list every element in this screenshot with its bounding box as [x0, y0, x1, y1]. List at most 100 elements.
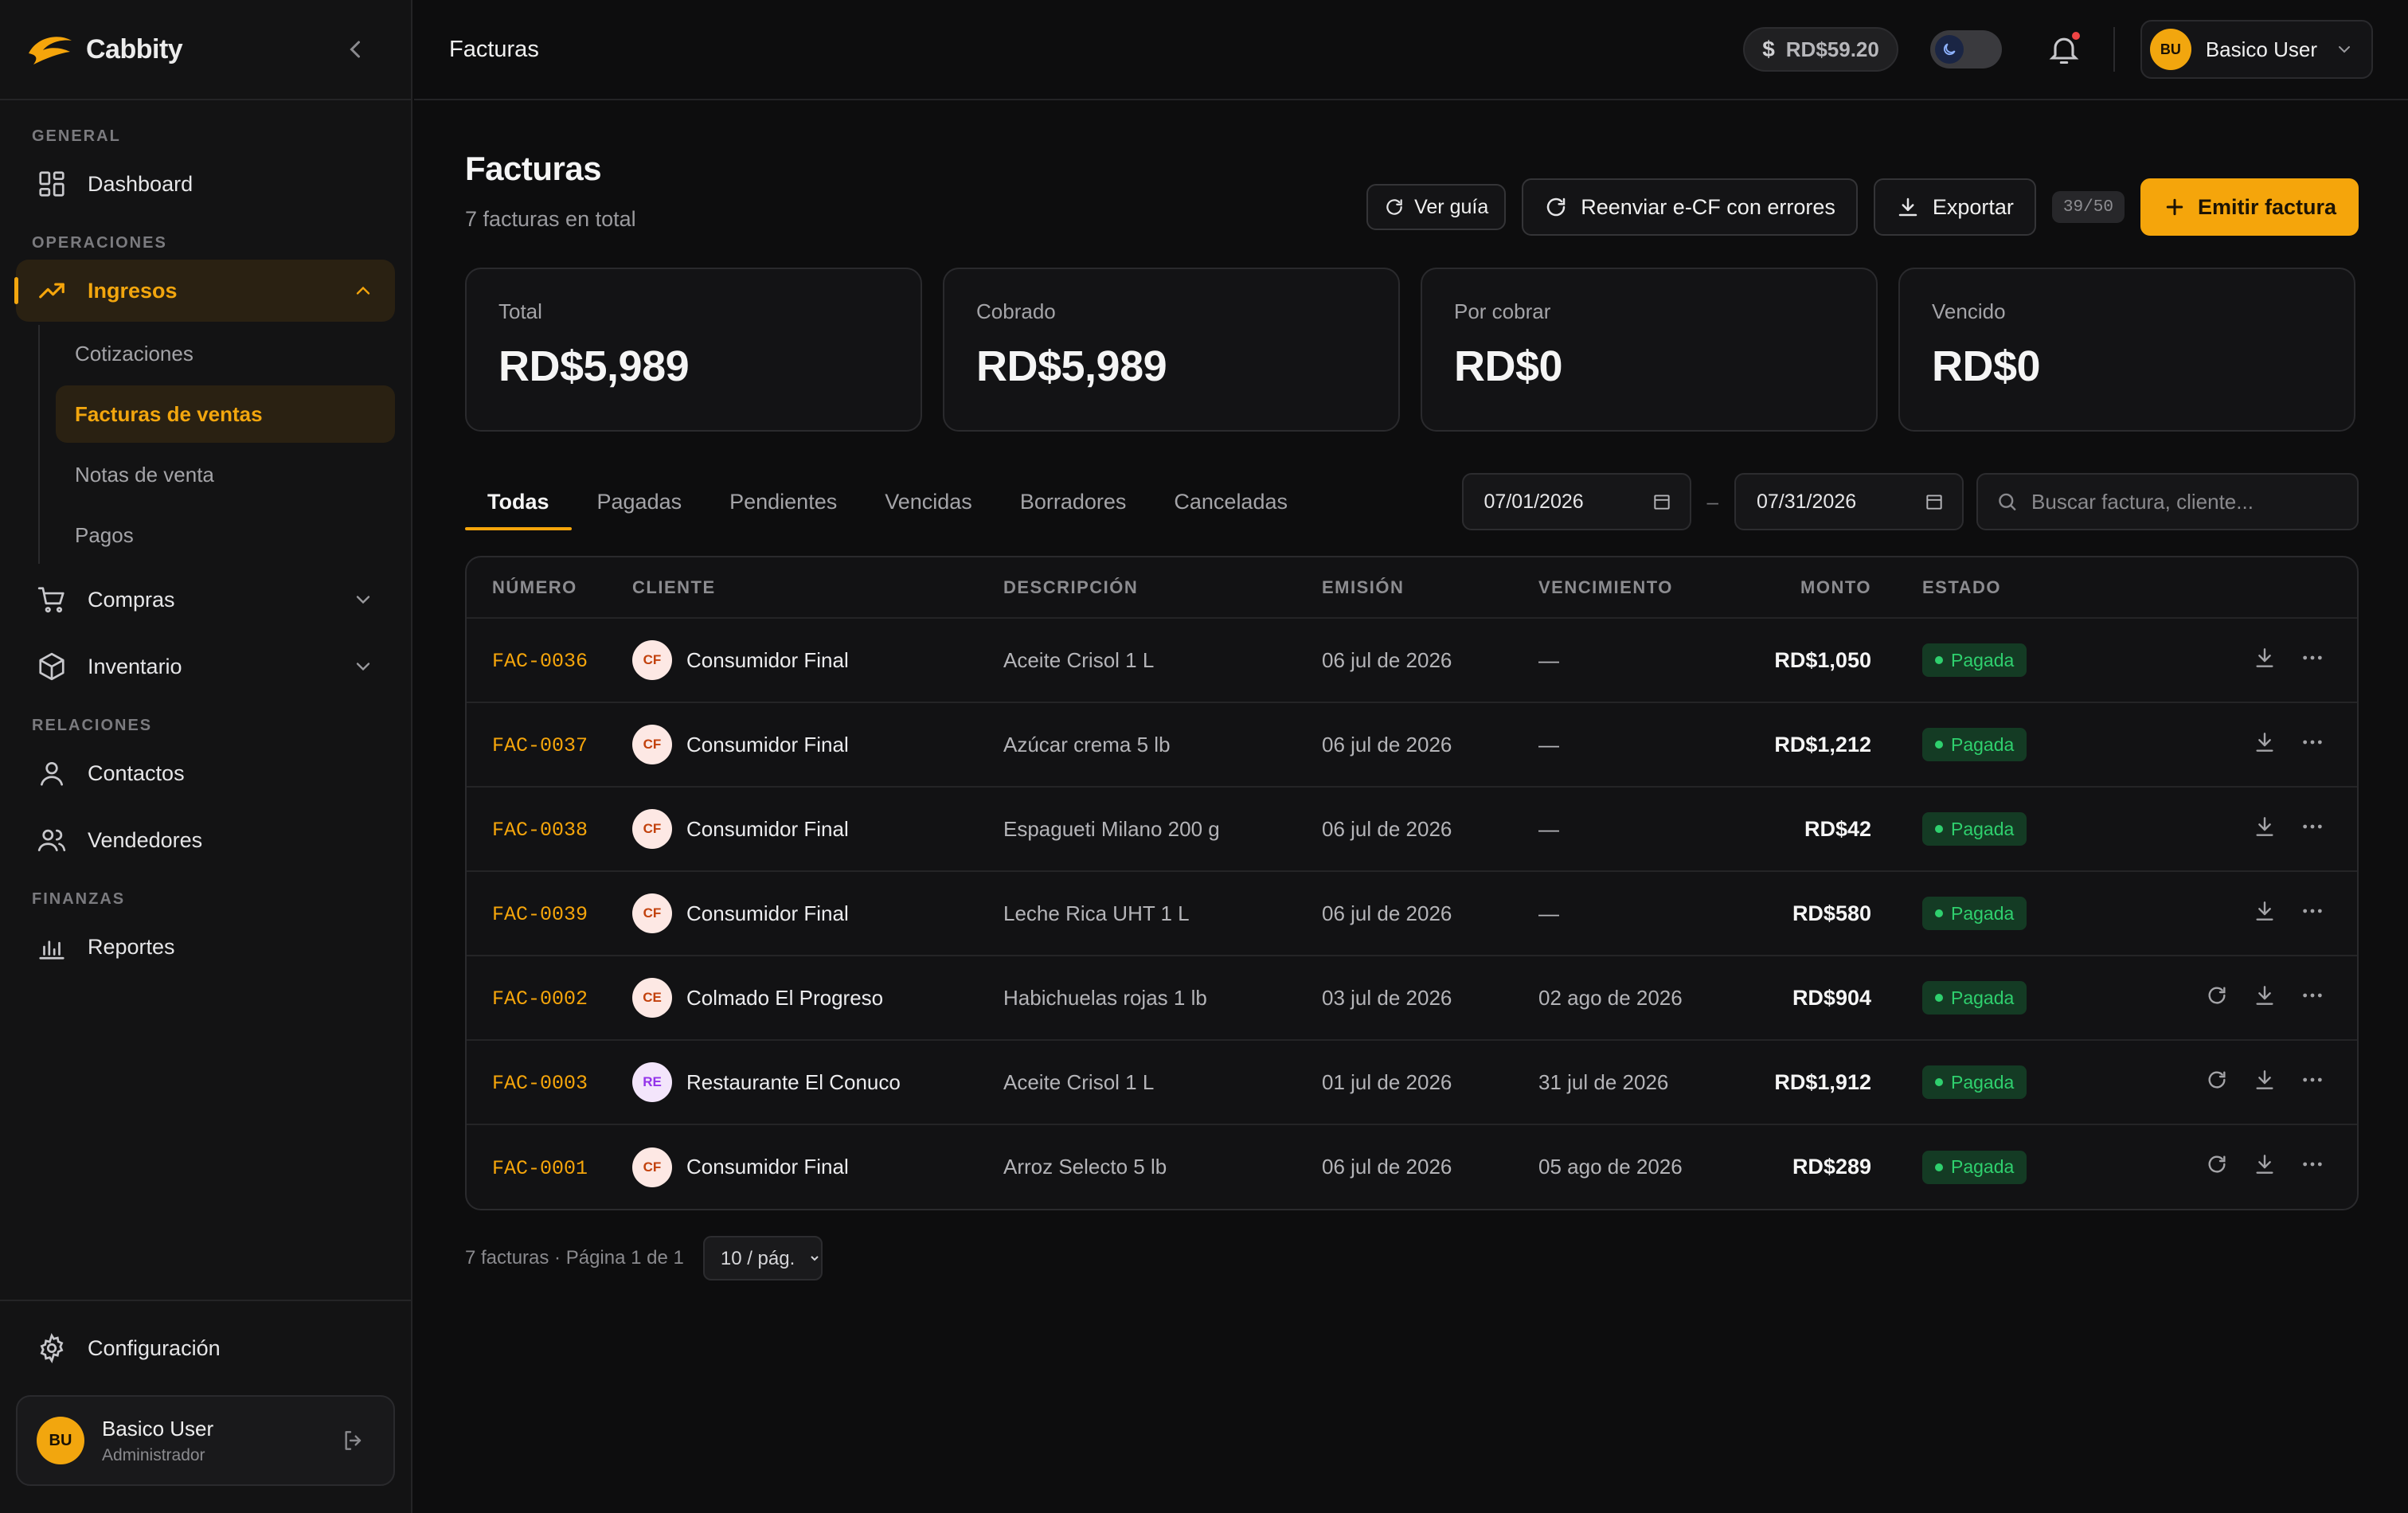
- tab-vencidas[interactable]: Vencidas: [862, 473, 995, 530]
- main-content: Facturas 7 facturas en total Ver guía Re…: [465, 100, 2359, 1280]
- tab-canceladas[interactable]: Canceladas: [1151, 473, 1310, 530]
- sidebar-item-dashboard[interactable]: Dashboard: [16, 153, 395, 215]
- status-label: Pagada: [1951, 987, 2015, 1008]
- amount-cell: RD$580: [1792, 901, 1871, 925]
- due-date-cell: 31 jul de 2026: [1538, 1069, 1669, 1094]
- invoice-number-link[interactable]: FAC-0036: [492, 650, 588, 673]
- theme-toggle[interactable]: [1929, 30, 2002, 68]
- row-actions: [2204, 1151, 2325, 1177]
- more-icon[interactable]: [2300, 729, 2325, 755]
- refresh-icon[interactable]: [2204, 983, 2230, 1008]
- description-cell: Arroz Selecto 5 lb: [1003, 1155, 1167, 1179]
- download-icon[interactable]: [2252, 729, 2277, 755]
- invoice-number-link[interactable]: FAC-0001: [492, 1157, 588, 1180]
- row-actions: [2252, 898, 2325, 924]
- due-date-cell: —: [1538, 647, 1559, 672]
- download-icon[interactable]: [2252, 983, 2277, 1008]
- date-from-input[interactable]: 07/01/2026: [1461, 473, 1691, 530]
- tab-pendientes[interactable]: Pendientes: [707, 473, 859, 530]
- amount-cell: RD$1,212: [1774, 732, 1871, 756]
- amount-cell: RD$42: [1804, 816, 1871, 841]
- download-icon[interactable]: [2252, 1067, 2277, 1093]
- user-card[interactable]: BU Basico User Administrador: [16, 1395, 395, 1486]
- column-header-emision[interactable]: EMISIÓN: [1322, 557, 1538, 619]
- column-header-estado[interactable]: ESTADO: [1871, 557, 2110, 619]
- sidebar-item-ingresos[interactable]: Ingresos: [14, 260, 395, 322]
- tab-todas[interactable]: Todas: [465, 473, 572, 530]
- date-to-input[interactable]: 07/31/2026: [1734, 473, 1964, 530]
- column-header-descripcion[interactable]: DESCRIPCIÓN: [1003, 557, 1322, 619]
- download-icon[interactable]: [2252, 814, 2277, 839]
- more-icon[interactable]: [2300, 645, 2325, 670]
- calendar-icon[interactable]: [1924, 491, 1945, 512]
- calendar-icon[interactable]: [1652, 491, 1672, 512]
- topbar-title: Facturas: [449, 36, 539, 62]
- invoice-number-link[interactable]: FAC-0037: [492, 734, 588, 757]
- table-row[interactable]: FAC-0037 CF Consumidor Final Azúcar crema…: [467, 702, 2357, 787]
- chevron-down-icon: [2339, 46, 2350, 53]
- table-row[interactable]: FAC-0038 CF Consumidor Final Espagueti Mi…: [467, 787, 2357, 871]
- guide-button[interactable]: Ver guía: [1366, 184, 1507, 230]
- card-value: RD$0: [1454, 342, 1563, 390]
- export-button[interactable]: Exportar: [1873, 178, 2036, 236]
- refresh-icon[interactable]: [2204, 1067, 2230, 1093]
- search-box[interactable]: [1976, 473, 2359, 530]
- due-date-cell: 02 ago de 2026: [1538, 985, 1683, 1010]
- balance-badge[interactable]: $ RD$59.20: [1743, 27, 1898, 72]
- invoice-number-link[interactable]: FAC-0039: [492, 903, 588, 926]
- resend-ecf-button[interactable]: Reenviar e-CF con errores: [1522, 178, 1858, 236]
- table-row[interactable]: FAC-0003 RE Restaurante El Conuco Aceite …: [467, 1040, 2357, 1124]
- table-row[interactable]: FAC-0001 CF Consumidor Final Arroz Select…: [467, 1124, 2357, 1209]
- description-cell: Espagueti Milano 200 g: [1003, 816, 1220, 841]
- tab-pagadas[interactable]: Pagadas: [575, 473, 705, 530]
- sidebar-subitem-cotizaciones[interactable]: Cotizaciones: [56, 325, 395, 382]
- invoice-number-link[interactable]: FAC-0002: [492, 987, 588, 1011]
- more-icon[interactable]: [2300, 814, 2325, 839]
- table-row[interactable]: FAC-0039 CF Consumidor Final Leche Rica U…: [467, 871, 2357, 956]
- column-header-cliente[interactable]: CLIENTE: [632, 557, 1003, 619]
- download-icon[interactable]: [2252, 898, 2277, 924]
- user-menu-button[interactable]: BU Basico User: [2140, 20, 2373, 79]
- sidebar-item-inventario[interactable]: Inventario: [16, 635, 395, 698]
- more-icon[interactable]: [2300, 1151, 2325, 1177]
- table-row[interactable]: FAC-0036 CF Consumidor Final Aceite Criso…: [467, 618, 2357, 702]
- due-date-cell: 05 ago de 2026: [1538, 1155, 1683, 1179]
- summary-card-vencido: Vencido RD$0: [1898, 268, 2355, 432]
- sidebar-item-vendedores[interactable]: Vendedores: [16, 809, 395, 871]
- emit-invoice-button[interactable]: Emitir factura: [2140, 178, 2359, 236]
- search-input[interactable]: [2031, 489, 2340, 514]
- sidebar-subitem-notas-de-venta[interactable]: Notas de venta: [56, 446, 395, 503]
- invoice-number-link[interactable]: FAC-0038: [492, 819, 588, 842]
- client-cell: CF Consumidor Final: [632, 725, 1003, 764]
- more-icon[interactable]: [2300, 983, 2325, 1008]
- more-icon[interactable]: [2300, 1067, 2325, 1093]
- brand-name: Cabbity: [86, 33, 183, 65]
- tab-borradores[interactable]: Borradores: [998, 473, 1149, 530]
- card-value: RD$0: [1932, 342, 2041, 390]
- chevron-left-icon[interactable]: [341, 35, 369, 64]
- avatar: BU: [37, 1417, 84, 1464]
- status-badge: Pagada: [1922, 643, 2027, 677]
- page-size-select[interactable]: 10 / pág.: [702, 1236, 823, 1280]
- more-icon[interactable]: [2300, 898, 2325, 924]
- refresh-icon[interactable]: [2204, 1151, 2230, 1177]
- status-badge: Pagada: [1922, 812, 2027, 846]
- sidebar-subitem-facturas-de-ventas[interactable]: Facturas de ventas: [56, 385, 395, 443]
- table-row[interactable]: FAC-0002 CE Colmado El Progreso Habichuel…: [467, 956, 2357, 1040]
- logout-icon[interactable]: [341, 1428, 366, 1453]
- column-header-vencimiento[interactable]: VENCIMIENTO: [1538, 557, 1745, 619]
- sidebar-item-reportes[interactable]: Reportes: [16, 916, 395, 978]
- column-header-monto[interactable]: MONTO: [1745, 557, 1871, 619]
- status-label: Pagada: [1951, 649, 2015, 670]
- sidebar-item-contactos[interactable]: Contactos: [16, 742, 395, 804]
- sidebar-subitem-pagos[interactable]: Pagos: [56, 506, 395, 564]
- column-header-numero[interactable]: NÚMERO: [467, 557, 632, 619]
- sidebar-item-label: Reportes: [88, 934, 175, 959]
- guide-icon: [1386, 199, 1402, 215]
- download-icon[interactable]: [2252, 645, 2277, 670]
- download-icon[interactable]: [2252, 1151, 2277, 1177]
- sidebar-item-configuracion[interactable]: Configuración: [16, 1317, 395, 1379]
- notifications-button[interactable]: [2046, 32, 2082, 67]
- invoice-number-link[interactable]: FAC-0003: [492, 1072, 588, 1095]
- sidebar-item-compras[interactable]: Compras: [16, 569, 395, 631]
